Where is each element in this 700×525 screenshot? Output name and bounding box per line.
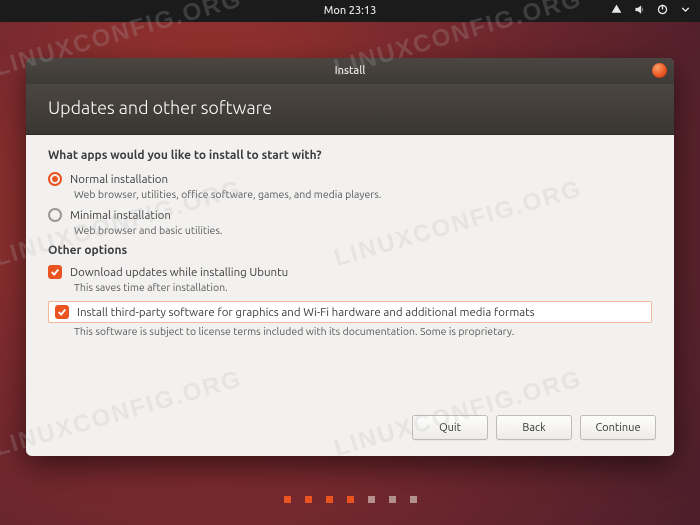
window-title: Install <box>335 65 366 77</box>
page-title: Updates and other software <box>26 84 674 135</box>
radio-icon <box>48 208 62 222</box>
normal-sublabel: Web browser, utilities, office software,… <box>74 188 652 200</box>
step-dot <box>389 496 396 503</box>
step-dot <box>305 496 312 503</box>
radio-label: Minimal installation <box>70 209 171 222</box>
step-dots <box>0 496 700 503</box>
top-panel: Mon 23:13 <box>0 0 700 22</box>
checkbox-download-updates[interactable]: Download updates while installing Ubuntu <box>48 265 652 279</box>
question-label: What apps would you like to install to s… <box>48 149 652 162</box>
radio-normal-installation[interactable]: Normal installation <box>48 172 652 186</box>
checkbox-label: Install third-party software for graphic… <box>77 306 535 319</box>
power-icon[interactable] <box>656 3 669 19</box>
continue-button[interactable]: Continue <box>580 415 656 440</box>
titlebar: Install <box>26 58 674 84</box>
radio-minimal-installation[interactable]: Minimal installation <box>48 208 652 222</box>
checkbox-label: Download updates while installing Ubuntu <box>70 266 288 279</box>
radio-icon <box>48 172 62 186</box>
step-dot <box>410 496 417 503</box>
sound-icon[interactable] <box>633 3 646 19</box>
installer-window: Install Updates and other software What … <box>26 58 674 456</box>
checkbox-icon <box>48 265 62 279</box>
download-sublabel: This saves time after installation. <box>74 281 652 293</box>
step-dot <box>347 496 354 503</box>
checkbox-icon <box>55 305 69 319</box>
other-options-title: Other options <box>48 244 652 257</box>
checkbox-third-party[interactable]: Install third-party software for graphic… <box>48 301 652 323</box>
button-row: Quit Back Continue <box>26 405 674 456</box>
network-icon[interactable] <box>610 3 623 19</box>
thirdparty-sublabel: This software is subject to license term… <box>74 325 652 337</box>
step-dot <box>326 496 333 503</box>
clock: Mon 23:13 <box>324 5 377 17</box>
radio-label: Normal installation <box>70 173 168 186</box>
quit-button[interactable]: Quit <box>412 415 488 440</box>
back-button[interactable]: Back <box>496 415 572 440</box>
close-icon[interactable] <box>652 63 667 78</box>
content-area: What apps would you like to install to s… <box>26 135 674 405</box>
chevron-down-icon[interactable] <box>679 3 692 19</box>
step-dot <box>284 496 291 503</box>
system-tray <box>610 0 692 22</box>
minimal-sublabel: Web browser and basic utilities. <box>74 224 652 236</box>
step-dot <box>368 496 375 503</box>
